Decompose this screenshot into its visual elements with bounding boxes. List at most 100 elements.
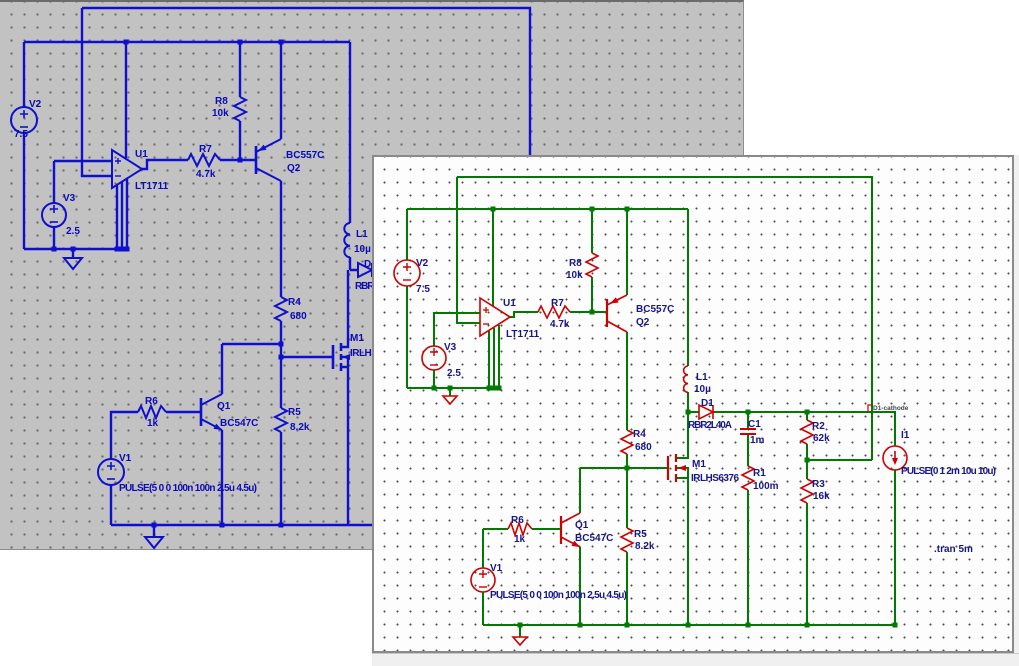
resistor-r4[interactable] xyxy=(275,297,287,321)
wire-feedback-rail[interactable] xyxy=(457,177,872,460)
label-r2-value: 62k xyxy=(813,433,830,444)
label-q2-value: BC557C xyxy=(286,150,324,161)
resistor-r5[interactable] xyxy=(275,408,287,432)
label-net-d1-cathode: D1-cathode xyxy=(873,405,909,412)
label-v3-ref: V3 xyxy=(63,193,76,204)
label-u1-value: LT1711 xyxy=(506,329,540,340)
label-r7-value: 4.7k xyxy=(196,169,216,180)
label-v2-value: 7.5 xyxy=(14,129,28,140)
label-d1-value: RBR2L40A xyxy=(688,420,732,431)
label-u1-ref: U1 xyxy=(135,149,148,160)
label-r3-value: 16k xyxy=(813,491,830,502)
label-u1-value: LT1711 xyxy=(135,181,169,192)
transistor-q2[interactable] xyxy=(256,139,281,181)
label-v3-value: 2.5 xyxy=(447,368,461,379)
wire-feedback-to-comparator[interactable] xyxy=(82,8,112,176)
label-v2-ref: V2 xyxy=(29,99,42,110)
wire-u1-bottom-pins[interactable] xyxy=(117,179,127,249)
label-r5-ref: R5 xyxy=(288,407,301,418)
label-d1-ref: D1 xyxy=(701,398,714,409)
label-r8-ref: R8 xyxy=(215,96,228,107)
label-r6-ref: R6 xyxy=(145,396,158,407)
label-m1-ref: M1 xyxy=(350,333,364,344)
label-r4-value: 680 xyxy=(635,442,652,453)
transistor-q2[interactable] xyxy=(607,295,627,332)
label-u1-ref: U1 xyxy=(503,298,516,309)
label-v2-value: 7.5 xyxy=(416,284,430,295)
label-r1-value: 100m xyxy=(753,481,779,492)
ground-symbol[interactable] xyxy=(64,258,82,269)
page-strip-bottom xyxy=(372,653,1019,666)
label-r6-ref: R6 xyxy=(511,515,524,526)
label-v1-value: PULSE(5 0 0 100n 100n 2.5u 4.5u) xyxy=(119,483,257,494)
back-labels: V2 7.5 V3 2.5 U1 LT1711 R8 10k R7 4.7k B… xyxy=(14,96,399,494)
wire-m1-source[interactable] xyxy=(341,357,348,525)
label-c1-ref: C1 xyxy=(748,419,761,430)
ground-symbol[interactable] xyxy=(443,396,457,404)
label-r7-value: 4.7k xyxy=(550,319,570,330)
label-l1-value: 10µ xyxy=(354,244,371,255)
ground-symbol[interactable] xyxy=(145,537,163,548)
resistor-r5[interactable] xyxy=(621,528,633,552)
wire-m1-drain[interactable] xyxy=(341,270,348,347)
label-i1-value: PULSE(0 1 2m 10u 10u) xyxy=(901,466,996,477)
back-junctions xyxy=(52,40,284,528)
inductor-l1[interactable] xyxy=(344,223,350,257)
label-v3-ref: V3 xyxy=(444,342,457,353)
label-r5-value: 8.2k xyxy=(290,422,310,433)
label-r6-value: 1k xyxy=(514,534,526,545)
label-v1-ref: V1 xyxy=(490,563,503,574)
label-r5-value: 8.2k xyxy=(635,541,655,552)
label-l1-ref: L1 xyxy=(696,372,708,383)
label-i1-ref: I1 xyxy=(901,430,910,441)
label-r1-ref: R1 xyxy=(753,468,766,479)
voltage-source-v3[interactable] xyxy=(42,203,66,227)
front-labels: V2 7.5 V3 2.5 U1 LT1711 R8 10k R7 4.7k B… xyxy=(416,258,996,601)
label-r4-value: 680 xyxy=(290,311,307,322)
front-schematic-window[interactable]: V2 7.5 V3 2.5 U1 LT1711 R8 10k R7 4.7k B… xyxy=(372,155,1014,653)
label-q2-ref: Q2 xyxy=(636,317,650,328)
voltage-source-v3[interactable] xyxy=(422,346,446,370)
label-r5-ref: R5 xyxy=(634,529,647,540)
wire-feedback-to-comparator[interactable] xyxy=(457,177,480,323)
resistor-r8[interactable] xyxy=(586,253,598,277)
label-q1-value: BC547C xyxy=(575,533,613,544)
label-m1-ref: M1 xyxy=(692,459,706,470)
wire-m1-drain[interactable] xyxy=(676,412,688,458)
label-m1-value: IRLHS6376 xyxy=(691,473,739,484)
front-canvas-svg[interactable]: V2 7.5 V3 2.5 U1 LT1711 R8 10k R7 4.7k B… xyxy=(374,157,1012,651)
label-q1-value: BC547C xyxy=(220,418,258,429)
label-r8-value: 10k xyxy=(212,108,229,119)
label-q2-ref: Q2 xyxy=(287,163,301,174)
label-r4-ref: R4 xyxy=(633,429,646,440)
wire-m1-source[interactable] xyxy=(676,468,688,625)
label-q1-ref: Q1 xyxy=(217,401,231,412)
inductor-l1[interactable] xyxy=(684,366,688,392)
label-r7-ref: R7 xyxy=(551,298,564,309)
resistor-r8[interactable] xyxy=(234,97,246,121)
label-q1-ref: Q1 xyxy=(575,520,589,531)
label-r3-ref: R3 xyxy=(812,479,825,490)
label-r2-ref: R2 xyxy=(812,421,825,432)
label-v1-ref: V1 xyxy=(119,453,132,464)
wire-u1-bottom-pins[interactable] xyxy=(489,325,499,388)
label-v3-value: 2.5 xyxy=(66,226,80,237)
front-schematic-canvas[interactable]: V2 7.5 V3 2.5 U1 LT1711 R8 10k R7 4.7k B… xyxy=(374,157,1012,651)
label-r4-ref: R4 xyxy=(288,297,301,308)
label-l1-ref: L1 xyxy=(356,229,368,240)
label-q2-value: BC557C xyxy=(636,304,674,315)
ground-symbol[interactable] xyxy=(513,637,527,645)
resistor-r6[interactable] xyxy=(138,406,166,418)
resistor-r4[interactable] xyxy=(621,430,633,454)
back-components[interactable] xyxy=(11,97,372,548)
resistor-r7[interactable] xyxy=(188,154,220,166)
label-v1-value: PULSE(5 0 0 100n 100n 2.5u 4.5u) xyxy=(490,590,627,601)
page-strip-right xyxy=(1014,155,1019,666)
transistor-q1[interactable] xyxy=(201,394,222,430)
label-r7-ref: R7 xyxy=(199,144,212,155)
label-c1-value: 1m xyxy=(750,435,765,446)
label-r8-value: 10k xyxy=(566,270,583,281)
label-r6-value: 1k xyxy=(147,418,159,429)
label-spice-directive: .tran 5m xyxy=(934,544,973,555)
label-v2-ref: V2 xyxy=(416,258,429,269)
